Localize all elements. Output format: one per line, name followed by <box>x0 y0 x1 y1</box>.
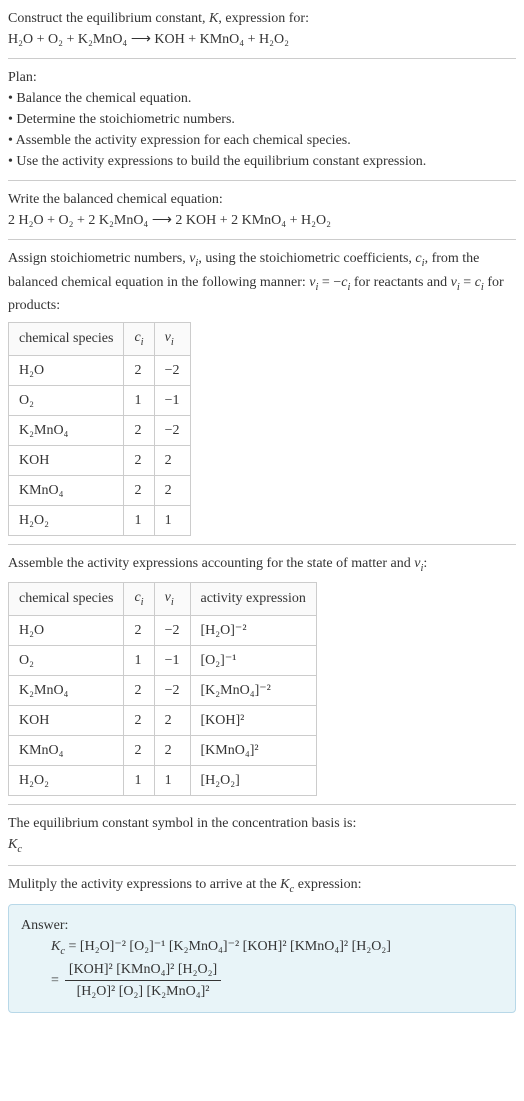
symbol-kc: Kc <box>8 834 516 858</box>
plan-item: • Assemble the activity expression for e… <box>8 130 516 151</box>
divider <box>8 180 516 181</box>
assemble-section: Assemble the activity expressions accoun… <box>8 553 516 796</box>
table-row: KOH22[KOH]² <box>9 705 317 735</box>
intro-equation: H₂O + O₂ + K₂MnO₄ ⟶ KOH + KMnO₄ + H₂O₂ <box>8 29 516 50</box>
answer-line1: Kc = [H₂O]⁻² [O₂]⁻¹ [K₂MnO₄]⁻² [KOH]² [K… <box>51 936 503 960</box>
table-row: KMnO₄22[KMnO₄]² <box>9 735 317 765</box>
table-row: K₂MnO₄2−2 <box>9 415 191 445</box>
intro-line: Construct the equilibrium constant, K, e… <box>8 8 516 29</box>
answer-box: Answer: Kc = [H₂O]⁻² [O₂]⁻¹ [K₂MnO₄]⁻² [… <box>8 904 516 1014</box>
col-ci: ci <box>124 323 154 356</box>
activity-table: chemical species ci νi activity expressi… <box>8 582 317 796</box>
fraction: [KOH]² [KMnO₄]² [H₂O₂] [H₂O]² [O₂] [K₂Mn… <box>65 959 221 1002</box>
divider <box>8 804 516 805</box>
table-header-row: chemical species ci νi <box>9 323 191 356</box>
multiply-text: Mulitply the activity expressions to arr… <box>8 874 516 898</box>
plan-item: • Balance the chemical equation. <box>8 88 516 109</box>
symbol-line1: The equilibrium constant symbol in the c… <box>8 813 516 834</box>
balanced-section: Write the balanced chemical equation: 2 … <box>8 189 516 231</box>
answer-heading: Answer: <box>21 915 503 936</box>
table-row: K₂MnO₄2−2[K₂MnO₄]⁻² <box>9 675 317 705</box>
multiply-section: Mulitply the activity expressions to arr… <box>8 874 516 1013</box>
col-ci: ci <box>124 583 154 616</box>
plan-section: Plan: • Balance the chemical equation. •… <box>8 67 516 172</box>
plan-item: • Determine the stoichiometric numbers. <box>8 109 516 130</box>
equals-sign: = <box>51 970 59 991</box>
assemble-text: Assemble the activity expressions accoun… <box>8 553 516 577</box>
answer-body: Kc = [H₂O]⁻² [O₂]⁻¹ [K₂MnO₄]⁻² [KOH]² [K… <box>21 936 503 1003</box>
table-row: H₂O₂11 <box>9 505 191 535</box>
col-species: chemical species <box>9 583 124 616</box>
plan-item: • Use the activity expressions to build … <box>8 151 516 172</box>
symbol-section: The equilibrium constant symbol in the c… <box>8 813 516 858</box>
col-activity: activity expression <box>190 583 316 616</box>
assign-section: Assign stoichiometric numbers, νi, using… <box>8 248 516 536</box>
table-row: KOH22 <box>9 445 191 475</box>
col-vi: νi <box>154 323 190 356</box>
col-species: chemical species <box>9 323 124 356</box>
divider <box>8 865 516 866</box>
balanced-heading: Write the balanced chemical equation: <box>8 189 516 210</box>
assign-text: Assign stoichiometric numbers, νi, using… <box>8 248 516 316</box>
divider <box>8 239 516 240</box>
stoich-table: chemical species ci νi H₂O2−2 O₂1−1 K₂Mn… <box>8 322 191 536</box>
table-row: H₂O₂11[H₂O₂] <box>9 765 317 795</box>
table-row: KMnO₄22 <box>9 475 191 505</box>
table-row: O₂1−1 <box>9 385 191 415</box>
divider <box>8 544 516 545</box>
answer-fraction-row: = [KOH]² [KMnO₄]² [H₂O₂] [H₂O]² [O₂] [K₂… <box>51 959 503 1002</box>
table-header-row: chemical species ci νi activity expressi… <box>9 583 317 616</box>
balanced-equation: 2 H₂O + O₂ + 2 K₂MnO₄ ⟶ 2 KOH + 2 KMnO₄ … <box>8 210 516 231</box>
fraction-denominator: [H₂O]² [O₂] [K₂MnO₄]² <box>65 981 221 1002</box>
table-row: H₂O2−2 <box>9 355 191 385</box>
table-row: H₂O2−2[H₂O]⁻² <box>9 615 317 645</box>
col-vi: νi <box>154 583 190 616</box>
fraction-numerator: [KOH]² [KMnO₄]² [H₂O₂] <box>65 959 221 981</box>
plan-heading: Plan: <box>8 67 516 88</box>
table-row: O₂1−1[O₂]⁻¹ <box>9 645 317 675</box>
intro-section: Construct the equilibrium constant, K, e… <box>8 8 516 50</box>
divider <box>8 58 516 59</box>
